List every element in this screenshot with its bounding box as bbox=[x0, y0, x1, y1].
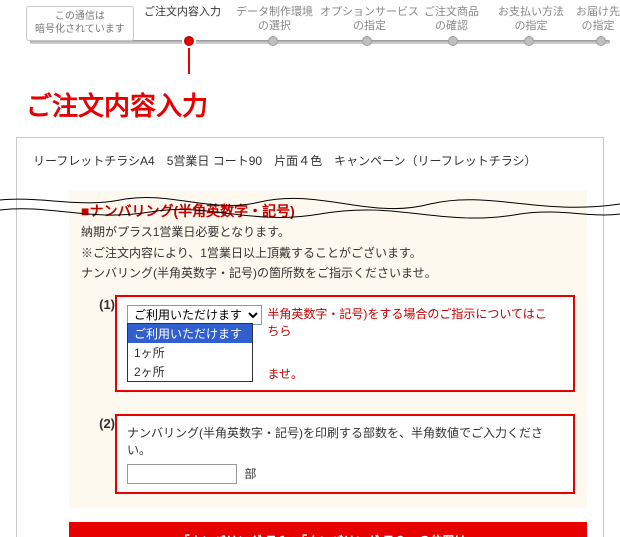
dropdown-option-default[interactable]: ご利用いただけます bbox=[128, 324, 252, 343]
alert-banner: 「ナンバリング Ｔ１」「ナンバリング Ｔ２」の位置は、 ご入稿時の指定にお合わせ… bbox=[69, 522, 587, 537]
step-label-order-input: ご注文内容入力 bbox=[144, 6, 221, 20]
step-label-confirm: ご注文商品 の確認 bbox=[424, 6, 479, 34]
field1-help-text-a: 半角英数字・記号)をする場合のご指示については bbox=[267, 307, 534, 321]
numbering-places-select[interactable]: ご利用いただけます bbox=[127, 305, 262, 325]
field-number-1: (1) bbox=[81, 295, 115, 312]
step-dot-data-env bbox=[268, 36, 278, 46]
numbering-note-1: 納期がプラス1営業日必要となります。 bbox=[81, 223, 575, 242]
field1-help-text-b: ませ。 bbox=[267, 365, 547, 382]
page-title: ご注文内容入力 bbox=[26, 86, 620, 123]
dropdown-option-1[interactable]: 1ヶ所 bbox=[128, 343, 252, 362]
active-step-pointer bbox=[188, 48, 190, 74]
numbering-panel: ■ナンバリング(半角英数字・記号) 納期がプラス1営業日必要となります。 ※ご注… bbox=[69, 191, 587, 508]
field-number-2: (2) bbox=[81, 414, 115, 431]
numbering-note-3: ナンバリング(半角英数字・記号)の箇所数をご指示くださいませ。 bbox=[81, 264, 575, 283]
field-box-2: ナンバリング(半角英数字・記号)を印刷する部数を、半角数値でご入力ください。 部 bbox=[115, 414, 575, 494]
dropdown-option-2[interactable]: 2ヶ所 bbox=[128, 362, 252, 381]
alert-line-1: 「ナンバリング Ｔ１」「ナンバリング Ｔ２」の位置は、 bbox=[77, 532, 579, 537]
step-dot-payment bbox=[524, 36, 534, 46]
encryption-badge: この通信は 暗号化されています bbox=[26, 6, 134, 41]
field-box-1: ご利用いただけます ご利用いただけます 1ヶ所 2ヶ所 半角英数字・記号)をする… bbox=[115, 295, 575, 392]
progress-steps: この通信は 暗号化されています ご注文内容入力 データ制作環境 の選択 オプショ… bbox=[0, 0, 620, 52]
step-label-option-service: オプションサービス の指定 bbox=[320, 6, 419, 34]
step-label-payment: お支払い方法 の指定 bbox=[498, 6, 564, 34]
field2-label: ナンバリング(半角英数字・記号)を印刷する部数を、半角数値でご入力ください。 bbox=[127, 424, 563, 458]
numbering-panel-title: ■ナンバリング(半角英数字・記号) bbox=[81, 201, 575, 221]
step-label-data-env: データ制作環境 の選択 bbox=[236, 6, 313, 34]
numbering-quantity-input[interactable] bbox=[127, 464, 237, 484]
order-card: リーフレットチラシA4 5営業日 コート90 片面４色 キャンペーン（リーフレッ… bbox=[16, 137, 604, 537]
quantity-unit: 部 bbox=[244, 467, 256, 481]
step-dot-order-input bbox=[184, 36, 194, 46]
step-dot-delivery bbox=[596, 36, 606, 46]
numbering-note-2: ※ご注文内容により、1営業日以上頂戴することがございます。 bbox=[81, 244, 575, 263]
step-dot-confirm bbox=[448, 36, 458, 46]
step-dot-option-service bbox=[362, 36, 372, 46]
product-summary: リーフレットチラシA4 5営業日 コート90 片面４色 キャンペーン（リーフレッ… bbox=[33, 152, 587, 169]
numbering-places-dropdown[interactable]: ご利用いただけます 1ヶ所 2ヶ所 bbox=[127, 323, 253, 382]
step-label-delivery: お届け先 の指定 bbox=[576, 6, 620, 34]
